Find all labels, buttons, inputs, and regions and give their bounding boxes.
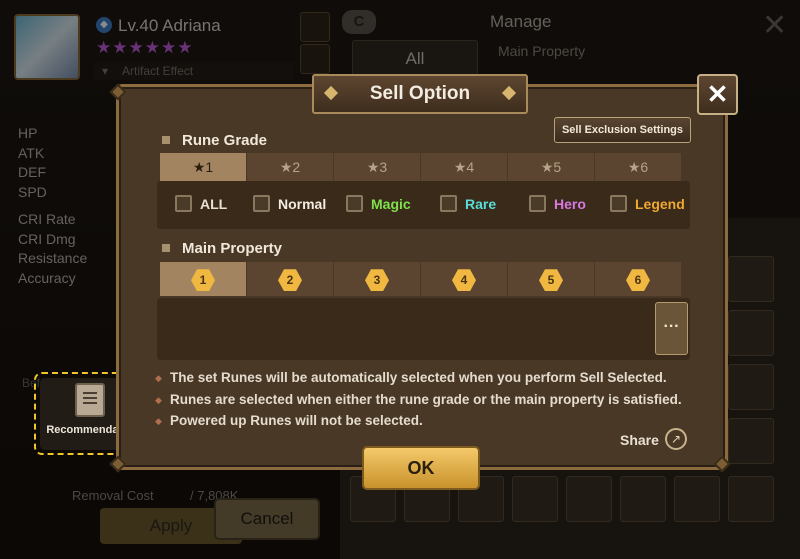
slot-tab-2[interactable]: 2 — [247, 262, 334, 296]
title-ornament-left — [323, 85, 339, 101]
title-ornament-right — [501, 85, 517, 101]
grade-option-label: Hero — [554, 195, 586, 212]
rune-grade-star-tabs: ★1 ★2 ★3 ★4 ★5 ★6 — [160, 153, 682, 181]
main-property-slot-tabs: 1 2 3 4 5 6 — [160, 262, 682, 296]
note-bullet-icon: ◆ — [155, 416, 162, 426]
star-tab-3[interactable]: ★3 — [334, 153, 421, 181]
checkbox[interactable] — [253, 195, 270, 212]
main-property-options-panel — [157, 298, 690, 360]
slot-hex-icon: 1 — [191, 269, 215, 292]
rune-grade-label: Rune Grade — [182, 132, 268, 149]
slot-hex-icon: 5 — [539, 269, 563, 292]
checkbox[interactable] — [440, 195, 457, 212]
checkbox[interactable] — [529, 195, 546, 212]
dialog-close-button[interactable]: ✕ — [697, 74, 738, 115]
slot-tab-4[interactable]: 4 — [421, 262, 508, 296]
grade-option-label: Magic — [371, 195, 411, 212]
slot-hex-icon: 4 — [452, 269, 476, 292]
sell-exclusion-settings-button[interactable]: Sell Exclusion Settings — [554, 117, 691, 143]
grade-checkbox-normal[interactable]: Normal — [253, 195, 326, 212]
checkbox[interactable] — [346, 195, 363, 212]
slot-hex-icon: 6 — [626, 269, 650, 292]
grade-option-label: ALL — [200, 195, 228, 212]
section-bullet — [162, 136, 170, 144]
checkbox[interactable] — [610, 195, 627, 212]
slot-tab-3[interactable]: 3 — [334, 262, 421, 296]
share-label[interactable]: Share — [620, 432, 659, 448]
clipboard-icon — [75, 383, 105, 417]
grade-checkbox-legend[interactable]: Legend — [610, 195, 685, 212]
main-property-label: Main Property — [182, 240, 283, 257]
slot-tab-5[interactable]: 5 — [508, 262, 595, 296]
slot-tab-6[interactable]: 6 — [595, 262, 682, 296]
ok-button[interactable]: OK — [362, 446, 480, 490]
more-options-button[interactable]: ··· — [655, 302, 688, 355]
grade-checkbox-magic[interactable]: Magic — [346, 195, 411, 212]
star-tab-4[interactable]: ★4 — [421, 153, 508, 181]
note-line: Powered up Runes will not be selected. — [170, 413, 423, 428]
note-line: The set Runes will be automatically sele… — [170, 370, 667, 385]
note-bullet-icon: ◆ — [155, 395, 162, 405]
star-tab-5[interactable]: ★5 — [508, 153, 595, 181]
dialog-title-bar: Sell Option — [312, 74, 528, 114]
slot-hex-icon: 2 — [278, 269, 302, 292]
note-bullet-icon: ◆ — [155, 373, 162, 383]
section-bullet — [162, 244, 170, 252]
dialog-title: Sell Option — [369, 83, 471, 104]
grade-option-label: Legend — [635, 195, 685, 212]
grade-checkbox-all[interactable]: ALL — [175, 195, 227, 212]
star-tab-6[interactable]: ★6 — [595, 153, 682, 181]
star-tab-1[interactable]: ★1 — [160, 153, 247, 181]
grade-option-label: Normal — [278, 195, 327, 212]
grade-checkbox-hero[interactable]: Hero — [529, 195, 586, 212]
slot-tab-1[interactable]: 1 — [160, 262, 247, 296]
share-icon[interactable]: ↗ — [665, 428, 687, 450]
star-tab-2[interactable]: ★2 — [247, 153, 334, 181]
grade-checkbox-rare[interactable]: Rare — [440, 195, 496, 212]
checkbox[interactable] — [175, 195, 192, 212]
grade-option-label: Rare — [465, 195, 497, 212]
note-line: Runes are selected when either the rune … — [170, 392, 682, 407]
slot-hex-icon: 3 — [365, 269, 389, 292]
